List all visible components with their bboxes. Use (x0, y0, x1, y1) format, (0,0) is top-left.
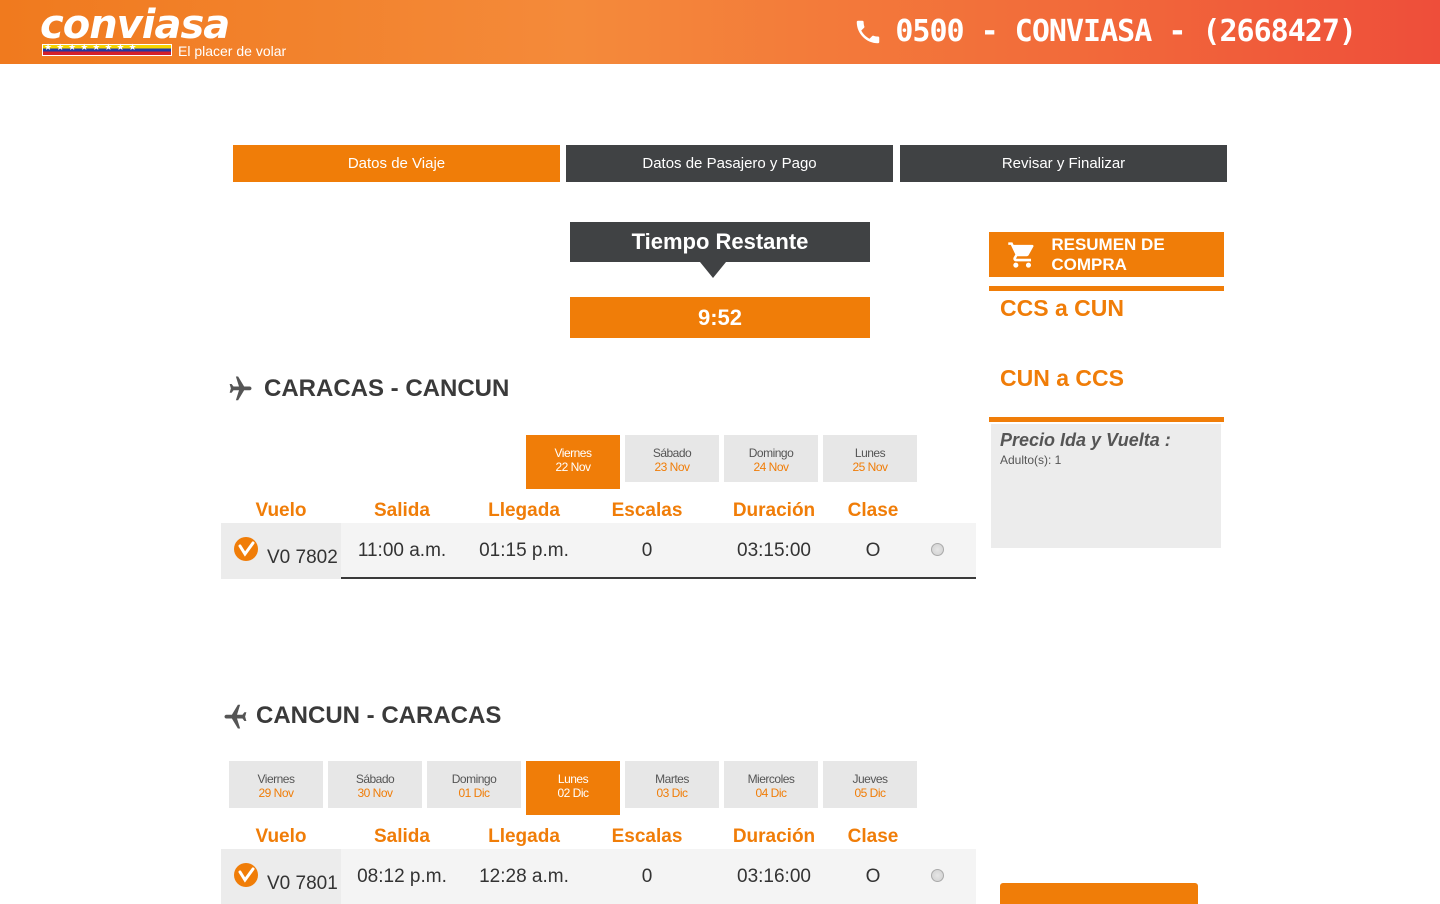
date-tab-date: 30 Nov (357, 786, 393, 800)
col-header-vuelo: Vuelo (255, 826, 307, 847)
date-tab-day: Sábado (652, 446, 692, 460)
outbound-title: CARACAS - CANCUN (224, 374, 509, 404)
date-tab-day: Sábado (355, 772, 395, 786)
date-tab-date: 25 Nov (852, 460, 888, 474)
shopping-cart-icon (1008, 241, 1034, 268)
summary-route-in[interactable]: CUN a CCS (1000, 365, 1124, 392)
col-header-llegada: Llegada (488, 500, 560, 521)
timer-arrow-icon (700, 262, 726, 278)
summary-title: RESUMEN DE COMPRA (1051, 234, 1165, 274)
col-header-vuelo: Vuelo (255, 500, 307, 521)
conviasa-badge-icon (234, 863, 258, 887)
step-datos-de-viaje[interactable]: Datos de Viaje (233, 145, 560, 182)
price-box: Precio Ida y Vuelta : Adulto(s): 1 (991, 424, 1221, 548)
stops: 0 (641, 540, 653, 561)
timer-title: Tiempo Restante (570, 222, 870, 262)
date-tab-date: 03 Dic (656, 786, 688, 800)
plane-return-icon (224, 704, 247, 729)
col-header-duracion: Duración (732, 826, 816, 847)
inbound-date-tab[interactable]: Miercoles 04 Dic (724, 761, 818, 808)
fare-class: O (865, 866, 881, 887)
flight-cell: V0 7801 (221, 849, 341, 904)
summary-route-out[interactable]: CCS a CUN (1000, 295, 1124, 322)
inbound-date-tab[interactable]: Viernes 29 Nov (229, 761, 323, 808)
inbound-date-tab[interactable]: Martes 03 Dic (625, 761, 719, 808)
date-tab-day: Viernes (554, 446, 592, 460)
col-header-escalas: Escalas (611, 826, 683, 847)
continue-button[interactable] (1000, 883, 1198, 904)
duration: 03:15:00 (737, 540, 811, 561)
select-flight-radio[interactable] (931, 543, 944, 556)
outbound-date-tab[interactable]: Viernes 22 Nov (526, 435, 620, 489)
phone-icon (857, 20, 880, 43)
date-tab-date: 23 Nov (654, 460, 690, 474)
date-tab-day: Domingo (451, 772, 497, 786)
date-tab-date: 24 Nov (753, 460, 789, 474)
date-tab-day: Lunes (557, 772, 589, 786)
date-tab-day: Jueves (852, 772, 888, 786)
outbound-date-tab[interactable]: Domingo 24 Nov (724, 435, 818, 482)
date-tab-day: Martes (655, 772, 689, 786)
inbound-date-tab[interactable]: Lunes 02 Dic (526, 761, 620, 815)
phone-number[interactable]: 0500 - CONVIASA - (2668427) (853, 14, 1357, 49)
col-header-llegada: Llegada (488, 826, 560, 847)
step-revisar-finalizar[interactable]: Revisar y Finalizar (900, 145, 1227, 182)
plane-departure-icon (229, 376, 252, 401)
departure-time: 08:12 p.m. (357, 866, 447, 887)
tagline: El placer de volar (178, 43, 287, 59)
col-header-clase: Clase (847, 500, 899, 521)
fare-class: O (865, 540, 881, 561)
price-title: Precio Ida y Vuelta : (1000, 430, 1171, 450)
inbound-date-tab[interactable]: Jueves 05 Dic (823, 761, 917, 808)
date-tab-date: 01 Dic (458, 786, 490, 800)
table-row[interactable]: V0 7802 11:00 a.m. 01:15 p.m. 0 03:15:00… (221, 523, 976, 579)
outbound-date-tab[interactable]: Sábado 23 Nov (625, 435, 719, 482)
phone-text: 0500 - CONVIASA - (2668427) (895, 14, 1357, 49)
inbound-title: CANCUN - CARACAS (222, 701, 501, 731)
date-tab-date: 05 Dic (854, 786, 886, 800)
col-header-duracion: Duración (732, 500, 816, 521)
date-tab-date: 02 Dic (557, 786, 589, 800)
flight-number: V0 7802 (267, 547, 338, 568)
summary-divider (989, 286, 1224, 291)
arrival-time: 12:28 a.m. (479, 866, 569, 887)
date-tab-day: Viernes (257, 772, 295, 786)
duration: 03:16:00 (737, 866, 811, 887)
passenger-count: Adulto(s): 1 (1000, 453, 1062, 467)
summary-header: RESUMEN DE COMPRA (989, 232, 1224, 277)
flag-stars-icon: ★★★★★★★★ (44, 42, 141, 52)
col-header-salida: Salida (374, 826, 430, 847)
step-datos-de-pasajero[interactable]: Datos de Pasajero y Pago (566, 145, 893, 182)
inbound-title-text: CANCUN - CARACAS (256, 702, 502, 729)
stops: 0 (641, 866, 653, 887)
flight-number: V0 7801 (267, 873, 338, 894)
conviasa-badge-icon (234, 537, 258, 561)
outbound-title-text: CARACAS - CANCUN (264, 375, 510, 402)
select-flight-radio[interactable] (931, 869, 944, 882)
col-header-clase: Clase (847, 826, 899, 847)
arrival-time: 01:15 p.m. (479, 540, 569, 561)
departure-time: 11:00 a.m. (357, 540, 447, 561)
table-row[interactable]: V0 7801 08:12 p.m. 12:28 a.m. 0 03:16:00… (221, 849, 976, 904)
inbound-date-tab[interactable]: Domingo 01 Dic (427, 761, 521, 808)
site-header: conviasa ★★★★★★★★ El placer de volar 050… (0, 0, 1440, 64)
date-tab-date: 29 Nov (258, 786, 294, 800)
col-header-salida: Salida (374, 500, 430, 521)
date-tab-date: 22 Nov (555, 460, 591, 474)
outbound-date-tab[interactable]: Lunes 25 Nov (823, 435, 917, 482)
summary-divider (989, 417, 1224, 422)
date-tab-day: Domingo (748, 446, 794, 460)
date-tab-day: Miercoles (747, 772, 795, 786)
flight-cell: V0 7802 (221, 523, 341, 579)
date-tab-date: 04 Dic (755, 786, 787, 800)
date-tab-day: Lunes (854, 446, 886, 460)
timer-value: 9:52 (570, 297, 870, 338)
inbound-date-tab[interactable]: Sábado 30 Nov (328, 761, 422, 808)
col-header-escalas: Escalas (611, 500, 683, 521)
